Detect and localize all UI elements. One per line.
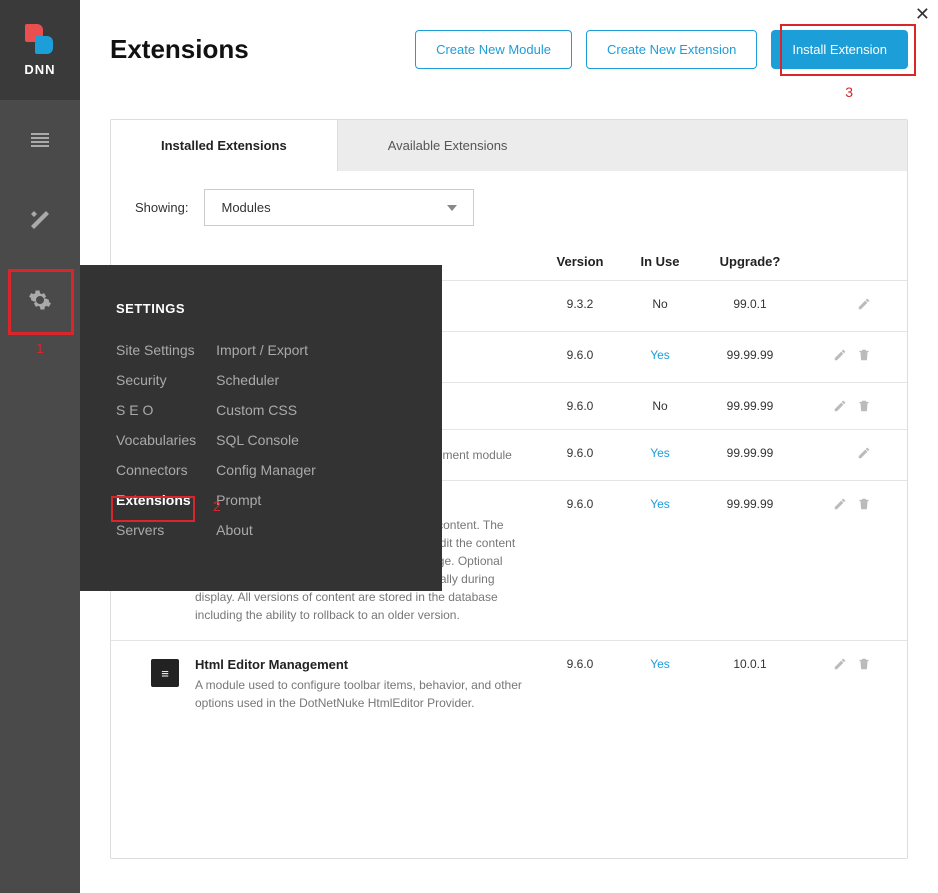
row-version: 9.6.0 [535, 657, 625, 712]
tab-available[interactable]: Available Extensions [338, 120, 558, 171]
flyout-link-prompt[interactable]: Prompt [216, 492, 316, 508]
edit-icon[interactable] [833, 657, 847, 671]
page-header: Extensions Create New Module Create New … [80, 0, 938, 89]
create-extension-button[interactable]: Create New Extension [586, 30, 757, 69]
highlight-label-2: 2 [213, 498, 221, 514]
flyout-link-connectors[interactable]: Connectors [116, 462, 196, 478]
tab-bar: Installed Extensions Available Extension… [111, 120, 907, 171]
create-module-button[interactable]: Create New Module [415, 30, 572, 69]
logo-text: DNN [24, 62, 55, 77]
row-upgrade: 99.99.99 [695, 348, 805, 366]
row-upgrade: 99.99.99 [695, 497, 805, 624]
admin-sidebar: DNN [0, 0, 80, 893]
gear-icon [28, 288, 52, 312]
row-inuse: No [652, 297, 667, 311]
flyout-link-site-settings[interactable]: Site Settings [116, 342, 196, 358]
row-inuse[interactable]: Yes [650, 657, 670, 671]
logo-block: DNN [0, 0, 80, 100]
edit-icon[interactable] [857, 297, 871, 311]
row-title: Html Editor Management [195, 657, 535, 672]
module-icon: ≡ [151, 659, 179, 687]
row-upgrade: 99.99.99 [695, 446, 805, 464]
sidebar-item-tools[interactable] [0, 180, 80, 260]
flyout-title: SETTINGS [116, 301, 406, 316]
close-button[interactable]: ✕ [915, 4, 930, 25]
row-inuse[interactable]: Yes [650, 446, 670, 460]
row-version: 9.6.0 [535, 399, 625, 413]
col-inuse: In Use [625, 254, 695, 269]
edit-icon[interactable] [857, 446, 871, 460]
row-upgrade: 99.0.1 [695, 297, 805, 315]
dnn-logo-icon [25, 24, 55, 54]
row-inuse[interactable]: Yes [650, 348, 670, 362]
flyout-link-import-export[interactable]: Import / Export [216, 342, 316, 358]
highlight-label-3: 3 [845, 84, 853, 100]
flyout-link-scheduler[interactable]: Scheduler [216, 372, 316, 388]
col-version: Version [535, 254, 625, 269]
edit-icon[interactable] [833, 399, 847, 413]
settings-flyout: SETTINGS Site Settings Security S E O Vocab… [80, 265, 442, 591]
tab-installed[interactable]: Installed Extensions [111, 119, 338, 171]
delete-icon[interactable] [857, 348, 871, 362]
flyout-link-custom-css[interactable]: Custom CSS [216, 402, 316, 418]
highlight-label-1: 1 [36, 340, 44, 356]
col-upgrade: Upgrade? [695, 254, 805, 269]
row-version: 9.6.0 [535, 497, 625, 624]
flyout-link-extensions[interactable]: Extensions [116, 492, 196, 508]
flyout-link-security[interactable]: Security [116, 372, 196, 388]
filter-dropdown[interactable]: Modules [204, 189, 474, 226]
row-version: 9.6.0 [535, 348, 625, 366]
delete-icon[interactable] [857, 497, 871, 511]
row-version: 9.3.2 [535, 297, 625, 315]
install-extension-button[interactable]: Install Extension [771, 30, 908, 69]
chevron-down-icon [447, 205, 457, 211]
flyout-link-servers[interactable]: Servers [116, 522, 196, 538]
edit-icon[interactable] [833, 497, 847, 511]
flyout-link-sql-console[interactable]: SQL Console [216, 432, 316, 448]
flyout-link-about[interactable]: About [216, 522, 316, 538]
tools-icon [28, 208, 52, 232]
row-description: A module used to configure toolbar items… [195, 676, 535, 712]
row-upgrade: 10.0.1 [695, 657, 805, 712]
row-inuse: No [652, 399, 667, 413]
lines-icon [28, 128, 52, 152]
row-version: 9.6.0 [535, 446, 625, 464]
filter-label: Showing: [135, 200, 188, 215]
edit-icon[interactable] [833, 348, 847, 362]
flyout-link-config-manager[interactable]: Config Manager [216, 462, 316, 478]
row-upgrade: 99.99.99 [695, 399, 805, 413]
row-inuse[interactable]: Yes [650, 497, 670, 511]
flyout-link-s-e-o[interactable]: S E O [116, 402, 196, 418]
delete-icon[interactable] [857, 657, 871, 671]
delete-icon[interactable] [857, 399, 871, 413]
sidebar-item-settings[interactable] [0, 260, 80, 340]
sidebar-item-content[interactable] [0, 100, 80, 180]
table-row: ≡ Html Editor Management A module used to … [111, 640, 907, 728]
filter-value: Modules [221, 200, 270, 215]
page-title: Extensions [110, 34, 401, 65]
filter-row: Showing: Modules [111, 171, 907, 244]
flyout-link-vocabularies[interactable]: Vocabularies [116, 432, 196, 448]
